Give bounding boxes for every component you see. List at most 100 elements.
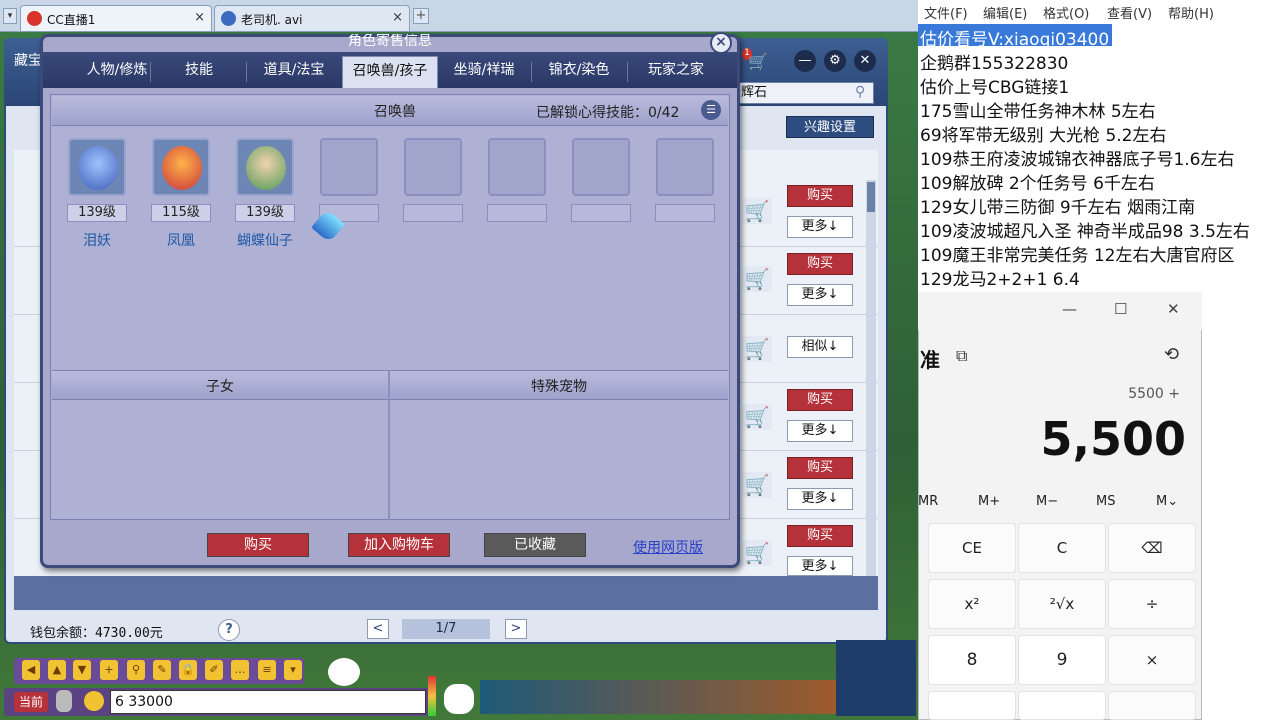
buy-button[interactable]: 购买: [787, 525, 853, 547]
notepad-line[interactable]: 69将军带无级别 大光枪 5.2左右: [920, 121, 1166, 146]
close-icon[interactable]: ✕: [854, 50, 876, 72]
calculator-key[interactable]: [928, 691, 1016, 720]
cart-icon[interactable]: 🛒: [742, 198, 772, 224]
search-icon[interactable]: ⚲: [127, 660, 145, 680]
cart-icon[interactable]: 🛒: [742, 472, 772, 498]
notepad-line[interactable]: 109魔王非常完美任务 12左右大唐官府区: [920, 241, 1234, 266]
pet-slot[interactable]: [152, 138, 210, 196]
menu-edit[interactable]: 编辑(E): [983, 3, 1027, 22]
tab-outfits[interactable]: 锦衣/染色: [533, 56, 625, 88]
pet-name[interactable]: 凤凰: [141, 230, 221, 250]
pet-name[interactable]: 泪妖: [57, 230, 137, 250]
memory-subtract[interactable]: M−: [1036, 494, 1058, 509]
tab-mounts[interactable]: 坐骑/祥瑞: [440, 56, 528, 88]
prev-page-button[interactable]: <: [367, 619, 389, 639]
tab-skills[interactable]: 技能: [152, 56, 246, 88]
sqrt-button[interactable]: ²√x: [1018, 579, 1106, 629]
tab-items[interactable]: 道具/法宝: [248, 56, 340, 88]
chat-input[interactable]: 6 33000: [110, 690, 426, 714]
memory-recall[interactable]: MR: [918, 494, 938, 509]
list-menu-icon[interactable]: ☰: [701, 100, 721, 120]
minimize-button[interactable]: —: [1062, 300, 1077, 318]
tab-cc-live[interactable]: CC直播1 ×: [20, 5, 212, 31]
cart-icon[interactable]: 🛒: [748, 52, 768, 71]
help-icon[interactable]: ?: [218, 619, 240, 641]
clear-entry-button[interactable]: CE: [928, 523, 1016, 573]
cart-icon[interactable]: 🛒: [742, 266, 772, 292]
minimize-icon[interactable]: —: [794, 50, 816, 72]
gear-icon[interactable]: ⚙: [824, 50, 846, 72]
pen-icon[interactable]: ✐: [205, 660, 223, 680]
buy-button[interactable]: 购买: [787, 389, 853, 411]
cart-icon[interactable]: 🛒: [742, 404, 772, 430]
pet-name[interactable]: 蝴蝶仙子: [225, 230, 305, 250]
notepad-line[interactable]: 129女儿带三防御 9千左右 烟雨江南: [920, 193, 1195, 218]
menu-format[interactable]: 格式(O): [1043, 3, 1089, 22]
pet-slot[interactable]: [68, 138, 126, 196]
tab-video[interactable]: 老司机. avi ×: [214, 5, 410, 31]
multiply-button[interactable]: ×: [1108, 635, 1196, 685]
notepad-line[interactable]: 109凌波城超凡入圣 神奇半成品98 3.5左右: [920, 217, 1250, 242]
emoji-icon[interactable]: [84, 691, 104, 711]
tab-player-home[interactable]: 玩家之家: [629, 56, 723, 88]
list-icon[interactable]: ≡: [258, 660, 276, 680]
tab-pets[interactable]: 召唤兽/孩子: [342, 56, 438, 88]
notepad-line[interactable]: 109解放碑 2个任务号 6千左右: [920, 169, 1155, 194]
lock-icon[interactable]: 🔒: [179, 660, 197, 680]
clear-button[interactable]: C: [1018, 523, 1106, 573]
close-button[interactable]: ✕: [1167, 300, 1180, 318]
notepad-line[interactable]: 企鹅群155322830: [920, 49, 1068, 74]
history-icon[interactable]: ⟲: [1164, 344, 1179, 365]
notepad-line[interactable]: 估价上号CBG链接1: [920, 73, 1069, 98]
cart-icon[interactable]: 🛒: [742, 336, 772, 362]
close-icon[interactable]: ×: [194, 10, 205, 25]
listing-scrollbar[interactable]: [866, 180, 876, 576]
digit-9-button[interactable]: 9: [1018, 635, 1106, 685]
menu-file[interactable]: 文件(F): [924, 3, 968, 22]
pet-slot[interactable]: [236, 138, 294, 196]
memory-store[interactable]: MS: [1096, 494, 1115, 509]
scrollbar-thumb[interactable]: [867, 182, 875, 212]
calculator-key[interactable]: [1108, 691, 1196, 720]
keep-on-top-icon[interactable]: ⧉: [956, 346, 967, 366]
arrow-down-icon[interactable]: ▼: [73, 660, 91, 680]
tab-menu-button[interactable]: ▾: [3, 8, 17, 24]
notepad-line[interactable]: 估价看号V:xiaoqi03400: [920, 25, 1109, 50]
next-page-button[interactable]: >: [505, 619, 527, 639]
buy-button[interactable]: 购买: [787, 457, 853, 479]
notepad-line[interactable]: 129龙马2+2+1 6.4: [920, 265, 1080, 290]
maximize-button[interactable]: ☐: [1114, 300, 1127, 318]
notepad-line[interactable]: 109恭王府凌波城锦衣神器底子号1.6左右: [920, 145, 1234, 170]
square-button[interactable]: x²: [928, 579, 1016, 629]
note-icon[interactable]: ✎: [153, 660, 171, 680]
arrow-up-icon[interactable]: ▲: [48, 660, 66, 680]
arrow-left-icon[interactable]: ◀: [22, 660, 40, 680]
backspace-button[interactable]: ⌫: [1108, 523, 1196, 573]
search-icon[interactable]: ⚲: [855, 84, 865, 100]
buy-button[interactable]: 购买: [787, 253, 853, 275]
more-button[interactable]: 更多↓: [787, 420, 853, 442]
interest-settings-button[interactable]: 兴趣设置: [786, 116, 874, 138]
skill-shortcut-bar[interactable]: [480, 680, 840, 714]
more-button[interactable]: 更多↓: [787, 488, 853, 510]
notepad-line[interactable]: 175雪山全带任务神木林 5左右: [920, 97, 1156, 122]
new-tab-button[interactable]: +: [413, 8, 429, 24]
close-icon[interactable]: ×: [392, 10, 403, 25]
menu-view[interactable]: 查看(V): [1107, 3, 1152, 22]
dialog-close-button[interactable]: ×: [710, 32, 732, 54]
microphone-icon[interactable]: [56, 690, 72, 712]
divide-button[interactable]: ÷: [1108, 579, 1196, 629]
dropdown-icon[interactable]: ▾: [284, 660, 302, 680]
favorited-button[interactable]: 已收藏: [484, 533, 586, 557]
more-button[interactable]: 更多↓: [787, 284, 853, 306]
chat-icon[interactable]: …: [231, 660, 249, 680]
calculator-key[interactable]: [1018, 691, 1106, 720]
menu-help[interactable]: 帮助(H): [1168, 3, 1214, 22]
add-icon[interactable]: +: [100, 660, 118, 680]
memory-list[interactable]: M⌄: [1156, 494, 1178, 509]
cart-icon[interactable]: 🛒: [742, 540, 772, 566]
buy-button[interactable]: 购买: [207, 533, 309, 557]
more-button[interactable]: 更多↓: [787, 556, 853, 576]
add-to-cart-button[interactable]: 加入购物车: [348, 533, 450, 557]
more-button[interactable]: 更多↓: [787, 216, 853, 238]
